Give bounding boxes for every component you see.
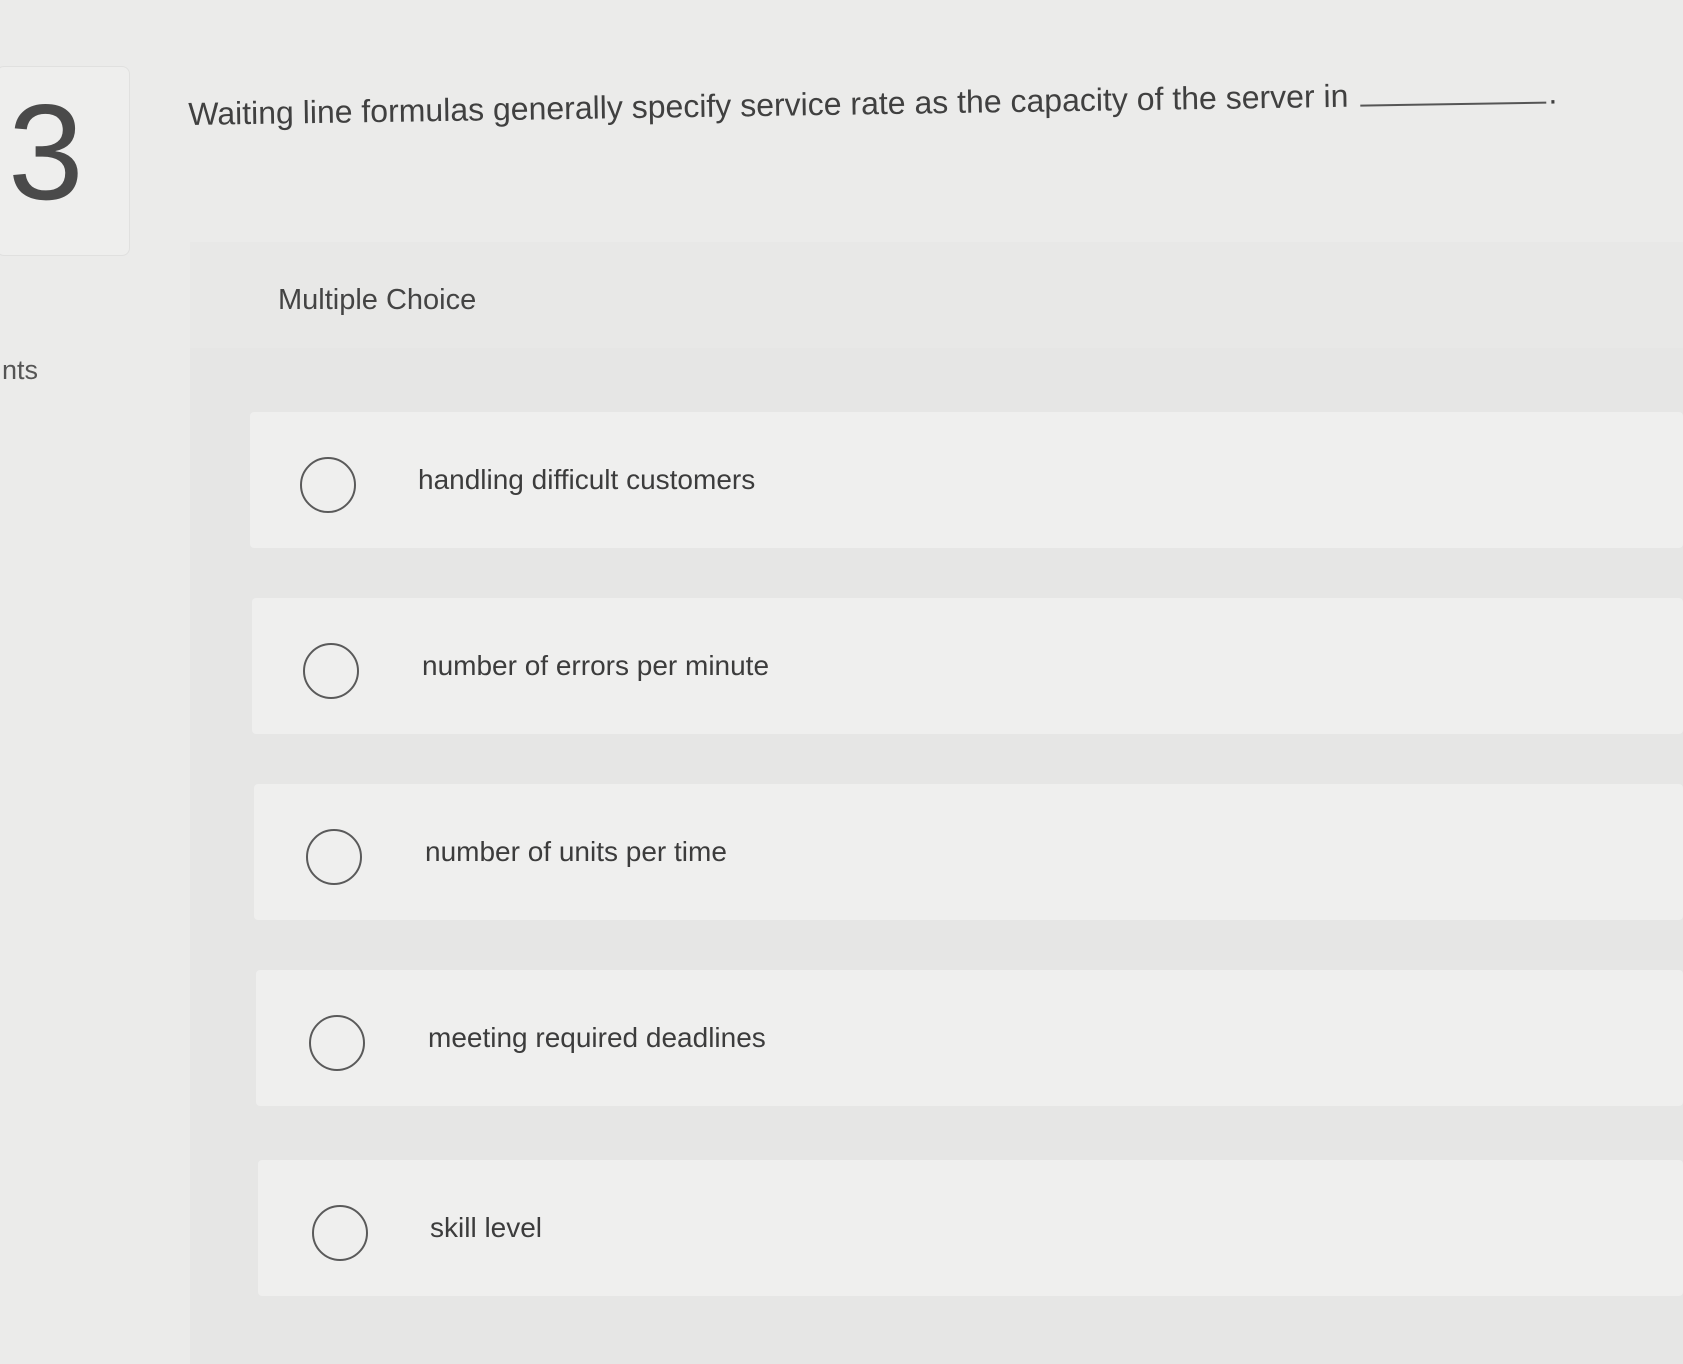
points-label: nts (2, 355, 39, 385)
question-text: Waiting line formulas generally specify … (188, 77, 1349, 132)
question-period: . (1548, 74, 1558, 111)
radio-button[interactable] (306, 829, 362, 885)
answer-option-label[interactable]: skill level (430, 1212, 542, 1244)
answer-option-label[interactable]: handling difficult customers (418, 464, 755, 496)
radio-button[interactable] (312, 1205, 368, 1261)
question-type-label: Multiple Choice (278, 284, 477, 316)
answer-option[interactable]: number of units per time (254, 784, 1683, 920)
question-number: 3 (8, 76, 84, 228)
question-prompt: Waiting line formulas generally specify … (188, 74, 1608, 133)
answer-blank (1360, 95, 1547, 107)
answer-option[interactable]: meeting required deadlines (256, 970, 1683, 1106)
answer-option-label[interactable]: meeting required deadlines (428, 1022, 766, 1054)
answer-option-label[interactable]: number of units per time (425, 836, 727, 868)
radio-button[interactable] (309, 1015, 365, 1071)
radio-button[interactable] (303, 643, 359, 699)
answer-option[interactable]: number of errors per minute (252, 598, 1683, 734)
answer-option[interactable]: skill level (258, 1160, 1683, 1296)
answer-option[interactable]: handling difficult customers (250, 412, 1683, 548)
answer-option-label[interactable]: number of errors per minute (422, 650, 769, 682)
radio-button[interactable] (300, 457, 356, 513)
